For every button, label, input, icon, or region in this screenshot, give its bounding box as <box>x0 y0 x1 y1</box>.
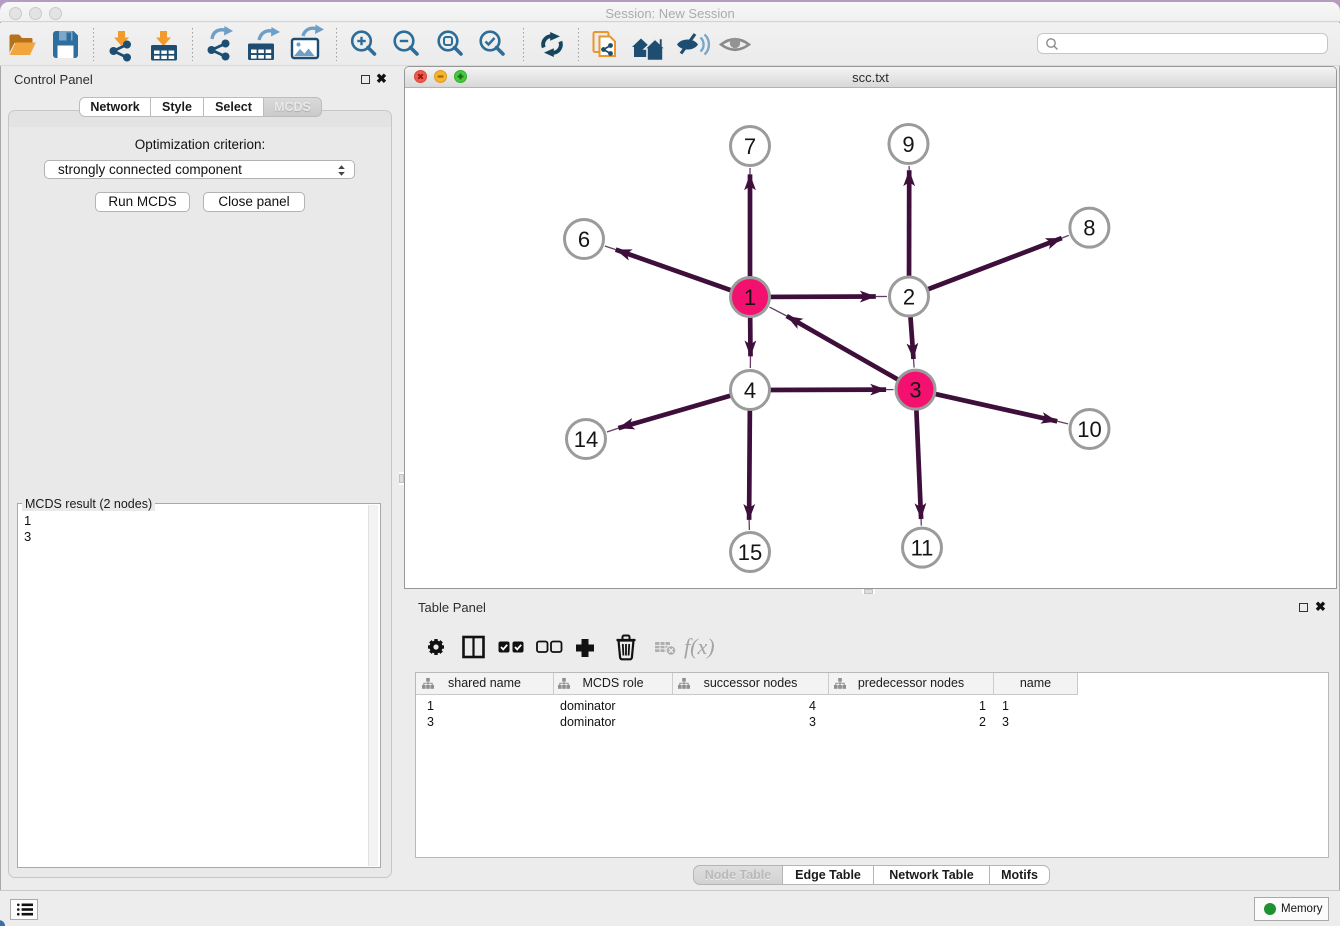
svg-text:2: 2 <box>903 285 915 310</box>
svg-text:7: 7 <box>744 134 756 159</box>
svg-text:14: 14 <box>574 427 598 452</box>
svg-text:3: 3 <box>909 378 921 403</box>
svg-text:8: 8 <box>1083 216 1095 241</box>
svg-text:15: 15 <box>738 540 762 565</box>
svg-text:11: 11 <box>911 536 934 561</box>
svg-text:f(x): f(x) <box>684 634 715 659</box>
svg-text:6: 6 <box>578 227 590 252</box>
svg-text:1: 1 <box>744 285 756 310</box>
svg-text:10: 10 <box>1077 417 1101 442</box>
svg-text:4: 4 <box>744 378 756 403</box>
svg-text:9: 9 <box>902 132 914 157</box>
